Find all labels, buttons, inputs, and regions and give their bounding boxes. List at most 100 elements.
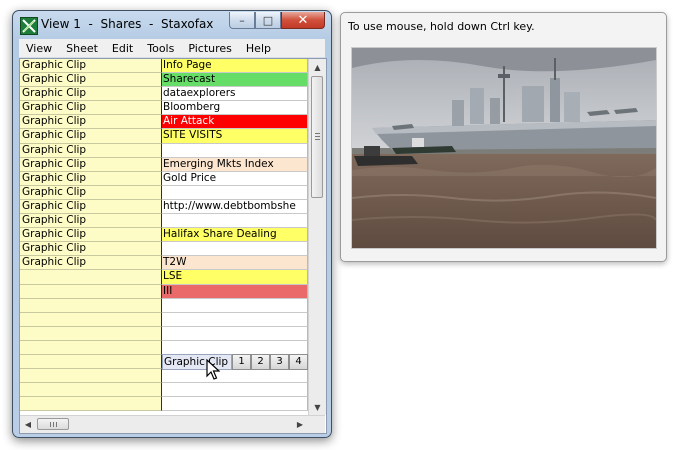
clip-cell[interactable]: Graphic Clip (20, 157, 162, 172)
clip-tab-4[interactable]: 4 (289, 354, 308, 370)
link-cell[interactable]: Info Page (162, 59, 308, 74)
link-cell[interactable] (162, 298, 308, 313)
mouse-hint-text: To use mouse, hold down Ctrl key. (348, 20, 535, 33)
vertical-scrollbar[interactable]: ▲ ▼ (308, 59, 326, 415)
link-cell[interactable]: Bloomberg (162, 101, 308, 116)
scroll-left-button[interactable]: ◀ (20, 416, 36, 433)
sheet-row (20, 298, 308, 313)
link-cell[interactable]: Emerging Mkts Index (162, 157, 308, 172)
clip-cell[interactable]: Graphic Clip (20, 171, 162, 186)
link-cell[interactable]: http://www.debtbombshe (162, 199, 308, 215)
clip-cell[interactable] (20, 340, 162, 355)
sheet-row: Graphic Clip Bloomberg (20, 101, 308, 116)
menu-sheet[interactable]: Sheet (59, 42, 105, 55)
vertical-scroll-thumb[interactable] (311, 76, 323, 198)
link-cell[interactable] (162, 214, 308, 229)
clip-cell[interactable]: Graphic Clip (20, 101, 162, 116)
clip-tab-3[interactable]: 3 (270, 354, 289, 370)
scroll-down-button[interactable]: ▼ (309, 399, 326, 415)
link-cell[interactable]: Halifax Share Dealing (162, 228, 308, 243)
aircraft-carrier-image (352, 48, 656, 248)
sheet-row: Graphic Clip Gold Price (20, 171, 308, 186)
close-button[interactable]: ✕ (281, 12, 325, 29)
sheet-row: Graphic Clip http://www.debtbombshe (20, 199, 308, 215)
menu-help[interactable]: Help (239, 42, 278, 55)
clip-cell[interactable]: Graphic Clip (20, 87, 162, 102)
sheet-area: Graphic Clip Info Page Graphic Clip Shareca… (19, 58, 327, 434)
sheet-row: Graphic Clip (20, 143, 308, 158)
clip-tab-label[interactable]: Graphic Clip (162, 354, 232, 370)
sheet-row: III (20, 284, 308, 299)
sheet-row: Graphic Clip (20, 214, 308, 229)
link-cell[interactable]: Sharecast (162, 73, 308, 88)
clip-cell[interactable] (20, 383, 162, 398)
minimize-icon: – (239, 13, 245, 27)
link-cell[interactable] (162, 383, 308, 398)
clip-cell[interactable]: Graphic Clip (20, 59, 162, 74)
menu-edit[interactable]: Edit (105, 42, 140, 55)
menu-view[interactable]: View (19, 42, 59, 55)
link-cell[interactable] (162, 369, 308, 384)
link-cell[interactable] (162, 143, 308, 158)
link-cell[interactable]: SITE VISITS (162, 129, 308, 144)
clip-cell[interactable]: Graphic Clip (20, 242, 162, 257)
clip-cell[interactable]: Graphic Clip (20, 185, 162, 200)
sheet-row (20, 312, 308, 327)
link-cell[interactable]: Air Attack (162, 115, 308, 130)
horizontal-scrollbar[interactable]: ◀ ▶ (20, 415, 325, 433)
sheet-row: Graphic Clip Info Page (20, 59, 308, 74)
picture-window: To use mouse, hold down Ctrl key. (340, 12, 667, 262)
clip-cell[interactable]: Graphic Clip (20, 214, 162, 229)
clip-cell[interactable] (20, 326, 162, 341)
link-cell[interactable]: Gold Price (162, 171, 308, 186)
link-cell[interactable] (162, 397, 308, 412)
clip-cell[interactable] (20, 397, 162, 412)
link-cell[interactable] (162, 326, 308, 341)
maximize-button[interactable]: □ (255, 12, 281, 29)
horizontal-scroll-thumb[interactable] (37, 418, 69, 430)
link-cell[interactable] (162, 242, 308, 257)
clip-cell[interactable]: Graphic Clip (20, 199, 162, 215)
sheet-row: Graphic Clip Air Attack (20, 115, 308, 130)
sheet-row: Graphic Clip T2W (20, 256, 308, 271)
link-cell[interactable] (162, 185, 308, 200)
title-bar[interactable]: View 1 - Shares - Staxofax – □ ✕ (13, 11, 331, 37)
link-cell[interactable] (162, 340, 308, 355)
menu-tools[interactable]: Tools (140, 42, 181, 55)
link-cell[interactable]: III (162, 284, 308, 299)
link-cell[interactable]: T2W (162, 256, 308, 271)
scroll-right-button[interactable]: ▶ (292, 416, 308, 433)
mouse-pointer-icon (206, 359, 220, 380)
clip-cell[interactable] (20, 354, 162, 370)
window-title: View 1 - Shares - Staxofax (41, 17, 214, 31)
clip-cell[interactable]: Graphic Clip (20, 228, 162, 243)
clip-cell[interactable] (20, 369, 162, 384)
sheet-row: Graphic Clip Emerging Mkts Index (20, 157, 308, 172)
clip-cell[interactable]: Graphic Clip (20, 143, 162, 158)
chevron-left-icon: ◀ (24, 420, 32, 429)
clip-cell[interactable] (20, 270, 162, 285)
grip-line (50, 422, 51, 427)
aircraft-carrier-photo[interactable] (351, 47, 657, 249)
clip-cell[interactable] (20, 298, 162, 313)
clip-cell[interactable]: Graphic Clip (20, 115, 162, 130)
minimize-button[interactable]: – (229, 12, 255, 29)
menu-pictures[interactable]: Pictures (181, 42, 239, 55)
close-icon: ✕ (297, 12, 309, 28)
sheet-row: Graphic Clip (20, 242, 308, 257)
clip-cell[interactable] (20, 312, 162, 327)
scroll-up-button[interactable]: ▲ (309, 59, 326, 75)
sheet-row (20, 340, 308, 355)
clip-cell[interactable]: Graphic Clip (20, 256, 162, 271)
link-cell[interactable]: LSE (162, 270, 308, 285)
sheet-row: Graphic Clip dataexplorers (20, 87, 308, 102)
clip-cell[interactable]: Graphic Clip (20, 73, 162, 88)
link-cell[interactable]: dataexplorers (162, 87, 308, 102)
clip-cell[interactable] (20, 284, 162, 299)
sheet-row (20, 397, 308, 412)
clip-tab-1[interactable]: 1 (232, 354, 251, 370)
clip-tab-2[interactable]: 2 (251, 354, 270, 370)
link-cell[interactable] (162, 312, 308, 327)
sheet-row: Graphic Clip Halifax Share Dealing (20, 228, 308, 243)
clip-cell[interactable]: Graphic Clip (20, 129, 162, 144)
